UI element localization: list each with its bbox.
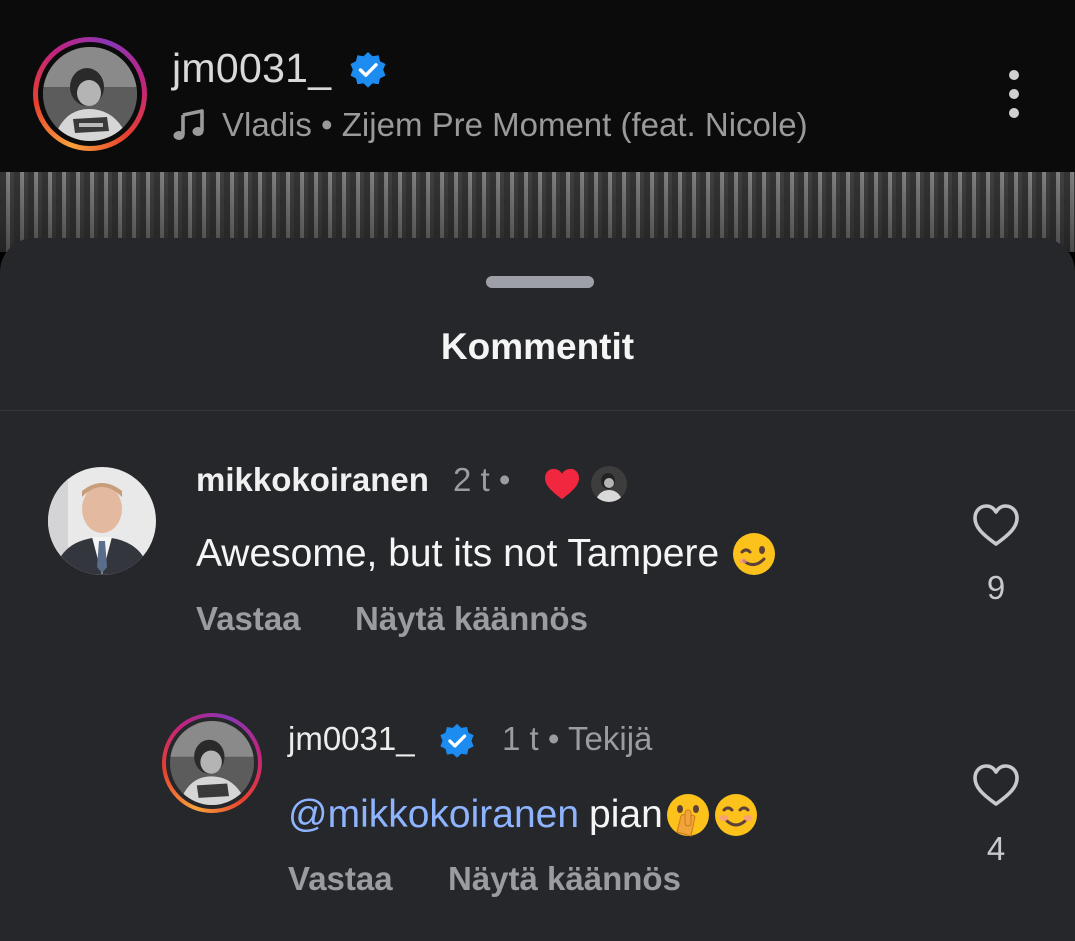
avatar-photo [43, 47, 137, 141]
reply-username[interactable]: jm0031_ [288, 720, 415, 758]
more-vertical-icon[interactable] [994, 66, 1034, 122]
reply-timestamp: 1 t [502, 720, 539, 757]
mention-link[interactable]: @mikkokoiranen [288, 793, 579, 837]
shushing-face-emoji [666, 794, 709, 837]
music-info[interactable]: Vladis • Zijem Pre Moment (feat. Nicole) [172, 104, 808, 146]
music-label: Vladis • Zijem Pre Moment (feat. Nicole) [222, 106, 808, 143]
author-avatar[interactable] [33, 37, 147, 151]
author-label: Tekijä [568, 720, 653, 757]
reply-button[interactable]: Vastaa [288, 860, 393, 898]
reply-meta: 1 t • Tekijä [502, 720, 652, 758]
verified-badge-icon [350, 52, 386, 88]
reply-text: @mikkokoiranen pian [288, 791, 759, 839]
post-header: jm0031_ Vladis • Zijem Pre Moment (feat.… [0, 0, 1075, 172]
reply-body: pian [589, 793, 663, 836]
reply-item: jm0031_ 1 t • Tekijä @mikkokoiranen pian [0, 238, 1075, 941]
smiling-face-emoji [714, 794, 757, 836]
comments-sheet: Kommentit mikkokoiranen 2 t • Awesome, b… [0, 238, 1075, 941]
verified-badge-icon [440, 723, 474, 758]
heart-outline-icon[interactable] [970, 760, 1022, 812]
author-username[interactable]: jm0031_ [172, 42, 331, 94]
translate-button[interactable]: Näytä käännös [448, 860, 681, 898]
meta-separator: • [547, 720, 560, 757]
music-note-icon [173, 109, 204, 140]
like-count: 4 [986, 830, 1006, 867]
replier-avatar[interactable] [162, 713, 262, 813]
